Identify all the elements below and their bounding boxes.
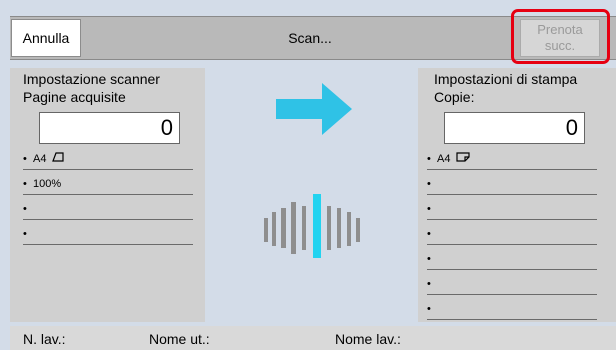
scanner-title-line1: Impostazione scanner <box>23 71 160 87</box>
scanner-settings-panel: Impostazione scanner Pagine acquisite 0 … <box>10 68 205 322</box>
scanner-row: • <box>23 198 193 220</box>
print-row: • <box>427 198 597 220</box>
scanner-row: • <box>23 223 193 245</box>
scanner-row: • A4 <box>23 148 193 170</box>
page-title: Scan... <box>288 30 332 46</box>
user-name: Nome ut.: <box>149 331 216 347</box>
copies-count: 0 <box>444 112 585 144</box>
job-number: N. lav.: <box>23 331 72 347</box>
right-arrow-icon <box>276 83 352 135</box>
paper-landscape-icon <box>455 148 470 170</box>
print-panel-title: Impostazioni di stampa Copie: <box>434 70 577 106</box>
scanner-row-text: A4 <box>33 153 47 165</box>
user-name-label: Nome ut.: <box>149 331 210 347</box>
print-row: • A4 <box>427 148 597 170</box>
job-number-label: N. lav.: <box>23 331 66 347</box>
print-title-line1: Impostazioni di stampa <box>434 71 578 87</box>
job-name: Nome lav.: <box>335 331 407 347</box>
scanner-panel-title: Impostazione scanner Pagine acquisite <box>23 70 160 106</box>
status-bar: N. lav.: Nome ut.: Nome lav.: <box>10 326 616 350</box>
print-row: • <box>427 298 597 320</box>
print-row-text: A4 <box>437 153 451 165</box>
paper-portrait-icon <box>51 148 64 170</box>
cancel-button[interactable]: Annulla <box>11 19 81 57</box>
scanner-row: • 100% <box>23 173 193 195</box>
print-row: • <box>427 173 597 195</box>
highlight-frame <box>511 9 610 64</box>
print-settings-panel: Impostazioni di stampa Copie: 0 • A4 • • … <box>418 68 616 322</box>
scanner-row-text: 100% <box>33 178 62 190</box>
print-row: • <box>427 223 597 245</box>
scan-waveform-icon <box>264 194 360 258</box>
job-name-label: Nome lav.: <box>335 331 401 347</box>
print-title-line2: Copie: <box>434 89 475 105</box>
print-row: • <box>427 273 597 295</box>
scanner-title-line2: Pagine acquisite <box>23 89 126 105</box>
print-row: • <box>427 248 597 270</box>
scanned-pages-count: 0 <box>39 112 180 144</box>
